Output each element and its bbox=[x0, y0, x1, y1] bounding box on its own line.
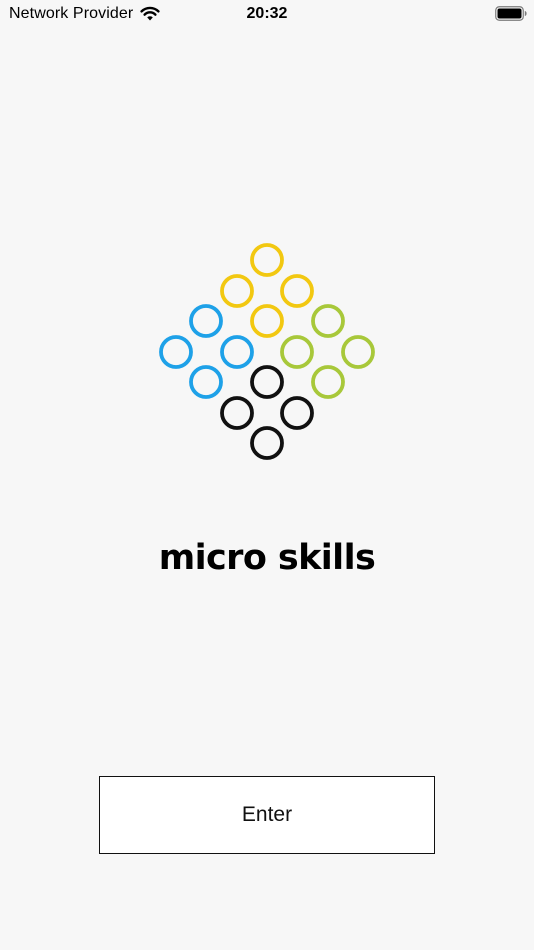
logo-dot-blue bbox=[189, 365, 223, 399]
logo-dot-blue bbox=[189, 304, 223, 338]
dot-grid-logo-icon bbox=[159, 243, 375, 460]
logo-dot-green bbox=[280, 335, 314, 369]
logo-dot-yellow bbox=[250, 243, 284, 277]
logo-dot-black bbox=[280, 396, 314, 430]
logo-dot-yellow bbox=[220, 274, 254, 308]
logo-dot-yellow bbox=[250, 304, 284, 338]
logo-dot-black bbox=[250, 365, 284, 399]
brand-wordmark: micro skills bbox=[158, 538, 376, 578]
status-bar: Network Provider 20:32 bbox=[0, 0, 534, 28]
logo-dot-green bbox=[311, 365, 345, 399]
battery-icon bbox=[495, 6, 527, 21]
logo-dot-green bbox=[341, 335, 375, 369]
logo-dot-green bbox=[311, 304, 345, 338]
status-time: 20:32 bbox=[246, 5, 288, 22]
logo-dot-blue bbox=[220, 335, 254, 369]
logo-dot-black bbox=[250, 426, 284, 460]
logo-dot-blue bbox=[159, 335, 193, 369]
logo-dot-yellow bbox=[280, 274, 314, 308]
enter-button[interactable]: Enter bbox=[99, 776, 435, 854]
logo-dot-black bbox=[220, 396, 254, 430]
